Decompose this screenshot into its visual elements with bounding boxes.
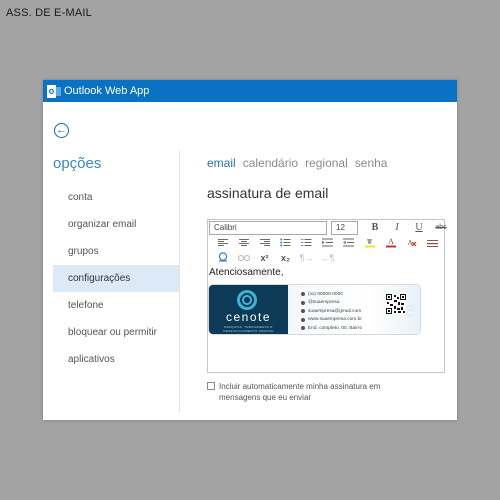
indent-icon[interactable]: [317, 236, 338, 249]
subscript-button[interactable]: x₂: [275, 251, 296, 264]
tab-senha[interactable]: senha: [355, 156, 388, 170]
remove-link-icon[interactable]: [233, 251, 254, 264]
page-label: ASS. DE E-MAIL: [6, 7, 92, 19]
font-color-icon[interactable]: A: [380, 236, 401, 249]
outlook-window: o Outlook Web App ← opções conta organiz…: [43, 80, 457, 420]
contact-phone: (xx) 00000-0000: [301, 290, 362, 299]
contact-website: www.suaempresa.com.br: [301, 316, 362, 325]
superscript-button[interactable]: x²: [254, 251, 275, 264]
page-title: assinatura de email: [207, 185, 329, 201]
cenote-logo-icon: [237, 290, 257, 310]
tab-email[interactable]: email: [207, 156, 236, 170]
underline-button[interactable]: U: [408, 221, 430, 234]
italic-button[interactable]: I: [386, 221, 408, 234]
sidebar-item-organizar-email[interactable]: organizar email: [53, 211, 179, 238]
sidebar-item-conta[interactable]: conta: [53, 184, 179, 211]
paragraph-toolbar: A A: [212, 236, 443, 249]
align-left-icon[interactable]: [212, 236, 233, 249]
strikethrough-icon[interactable]: [422, 236, 443, 249]
auto-signature-option: Incluir automaticamente minha assinatura…: [207, 381, 419, 403]
font-family-select[interactable]: Calibri: [209, 221, 327, 235]
insert-toolbar: x² x₂ ¶→ ←¶: [212, 251, 338, 264]
font-size-select[interactable]: 12: [331, 221, 358, 235]
sidebar-item-bloquear[interactable]: bloquear ou permitir: [53, 319, 179, 346]
signature-brand-panel: cenote PESQUISA, TREINAMENTO E DESENVOLV…: [209, 285, 288, 334]
sidebar-title: opções: [53, 155, 102, 172]
divider: [179, 150, 180, 412]
sidebar-item-aplicativos[interactable]: aplicativos: [53, 346, 179, 373]
align-right-icon[interactable]: [254, 236, 275, 249]
bold-button[interactable]: B: [364, 221, 386, 234]
rtl-direction-icon[interactable]: ←¶: [317, 251, 338, 264]
insert-link-icon[interactable]: [212, 251, 233, 264]
brand-name: cenote: [225, 310, 272, 324]
sidebar-item-grupos[interactable]: grupos: [53, 238, 179, 265]
strikethrough-button[interactable]: abc: [430, 221, 452, 234]
tab-bar: email calendário regional senha: [207, 156, 387, 170]
titlebar: o Outlook Web App: [43, 80, 457, 102]
location-pin-icon: [301, 326, 305, 331]
outlook-logo-icon: o: [47, 84, 61, 98]
contact-address: End. completo, 00, Bairro: [301, 324, 362, 333]
contact-email: suaempresa@gmail.com: [301, 307, 362, 316]
back-arrow-icon[interactable]: ←: [54, 123, 69, 138]
numbered-list-icon[interactable]: [296, 236, 317, 249]
phone-icon: [301, 292, 305, 297]
clear-format-icon[interactable]: A: [401, 236, 422, 249]
tab-regional[interactable]: regional: [305, 156, 348, 170]
signature-greeting: Atenciosamente,: [209, 267, 284, 278]
signature-card-image: cenote PESQUISA, TREINAMENTO E DESENVOLV…: [208, 284, 421, 335]
signature-contact-panel: e (xx) 00000-0000 @suaempresa suaempresa…: [288, 285, 420, 334]
svg-text:A: A: [407, 239, 412, 247]
sidebar-item-configuracoes[interactable]: configurações: [53, 265, 179, 292]
auto-signature-checkbox[interactable]: [207, 382, 215, 390]
svg-text:A: A: [388, 237, 394, 246]
highlight-icon[interactable]: [359, 236, 380, 249]
bullet-list-icon[interactable]: [275, 236, 296, 249]
instagram-icon: [301, 300, 305, 305]
outdent-icon[interactable]: [338, 236, 359, 249]
mail-icon: [301, 309, 305, 314]
qr-code-icon: [386, 294, 406, 314]
brand-tagline: PESQUISA, TREINAMENTO E DESENVOLVIMENTO …: [223, 325, 274, 333]
auto-signature-label: Incluir automaticamente minha assinatura…: [219, 382, 381, 402]
app-title: Outlook Web App: [64, 85, 150, 97]
contact-instagram: @suaempresa: [301, 299, 362, 308]
ltr-direction-icon[interactable]: ¶→: [296, 251, 317, 264]
sidebar-item-telefone[interactable]: telefone: [53, 292, 179, 319]
signature-editor[interactable]: Calibri 12 B I U abc A A x² x₂ ¶→ ←¶ Ate…: [207, 219, 447, 373]
tab-calendario[interactable]: calendário: [243, 156, 298, 170]
globe-icon: [301, 317, 305, 322]
format-toolbar: B I U abc: [364, 221, 452, 234]
sidebar: conta organizar email grupos configuraçõ…: [53, 184, 179, 373]
contact-list: (xx) 00000-0000 @suaempresa suaempresa@g…: [301, 290, 362, 333]
align-center-icon[interactable]: [233, 236, 254, 249]
